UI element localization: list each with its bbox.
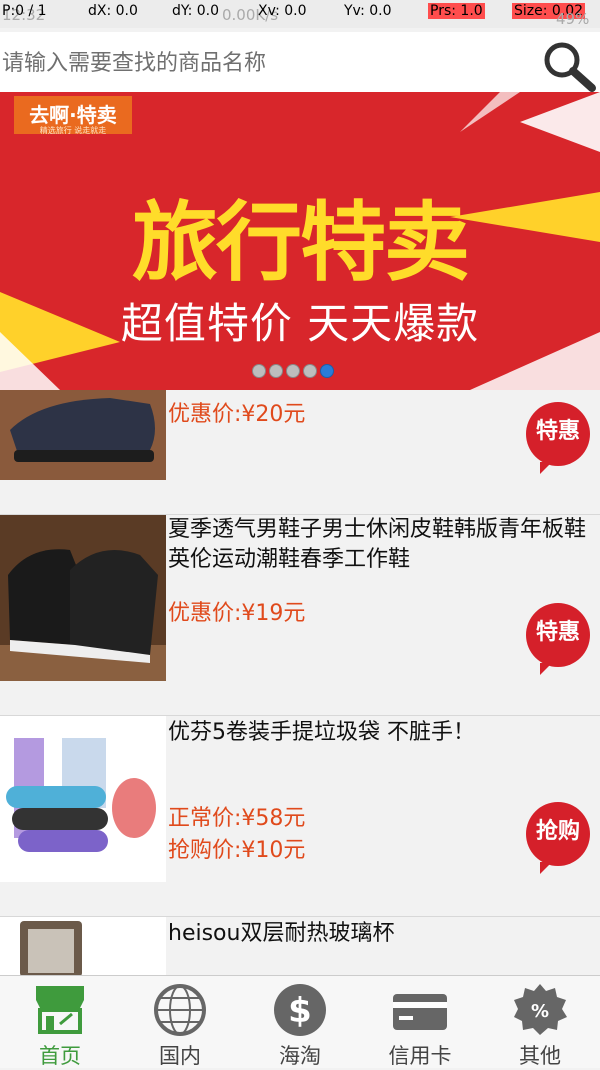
carousel-dot[interactable] [269, 364, 283, 378]
tab-home[interactable]: 首页 [0, 976, 120, 1068]
tab-overseas[interactable]: $ 海淘 [240, 976, 360, 1068]
dollar-icon: $ [274, 984, 326, 1036]
svg-text:%: % [531, 1001, 549, 1022]
credit-card-icon [393, 994, 447, 1030]
discount-price: 优惠价:¥20元 [168, 402, 306, 427]
product-name[interactable]: heisou双层耐热玻璃杯 [168, 919, 594, 949]
dx-readout: dX: 0.0 [88, 3, 138, 19]
search-icon[interactable] [540, 38, 598, 92]
carousel-dot[interactable] [286, 364, 300, 378]
percent-badge-icon: % [514, 984, 567, 1035]
regular-price: 正常价:¥58元 [168, 806, 306, 831]
search-input[interactable] [0, 44, 524, 82]
product-list[interactable]: 优惠价:¥20元 特惠 夏季透气男鞋子男士休闲皮鞋韩版青年板鞋英伦运动潮鞋春季工… [0, 390, 600, 975]
status-bar: 12:32 P:0 / 1 dX: 0.0 dY: 0.0 0.00K/s Xv… [0, 0, 600, 28]
promo-banner[interactable]: 去啊·特卖 精选旅行 说走就走 旅行特卖 超值特价 天天爆款 [0, 92, 600, 390]
search-bar [0, 32, 600, 93]
carousel-dot-active[interactable] [320, 364, 334, 378]
banner-subtitle: 超值特价 天天爆款 [120, 299, 480, 348]
list-item[interactable]: 夏季透气男鞋子男士休闲皮鞋韩版青年板鞋英伦运动潮鞋春季工作鞋 优惠价:¥19元 … [0, 515, 600, 716]
special-offer-badge[interactable]: 特惠 [526, 402, 590, 474]
product-image-leather-shoe [0, 515, 166, 681]
tab-label: 国内 [159, 1044, 201, 1068]
dy-readout: dY: 0.0 [172, 3, 220, 19]
pointer-count: P:0 / 1 [2, 3, 47, 19]
yv-readout: Yv: 0.0 [344, 3, 392, 19]
product-image-trash-bags [0, 716, 166, 882]
battery-level: 49% [556, 10, 590, 28]
banner-logo-text: 去啊·特卖 [29, 103, 117, 127]
tab-label: 信用卡 [388, 1044, 452, 1068]
banner-logo-subtext: 精选旅行 说走就走 [39, 126, 107, 135]
carousel-dot[interactable] [303, 364, 317, 378]
product-image-glass-cup [0, 917, 166, 975]
discount-price: 优惠价:¥19元 [168, 601, 306, 626]
tab-other[interactable]: % 其他 [480, 976, 600, 1068]
tab-label: 其他 [519, 1044, 561, 1068]
tab-label: 海淘 [279, 1044, 321, 1068]
banner-logo: 去啊·特卖 精选旅行 说走就走 [14, 96, 132, 135]
bottom-tab-bar: 首页 国内 $ 海淘 信用卡 % 其他 [0, 975, 600, 1068]
list-item[interactable]: 优芬5卷装手提垃圾袋 不脏手！ 正常价:¥58元 抢购价:¥10元 抢购 [0, 716, 600, 917]
special-offer-badge[interactable]: 特惠 [526, 603, 590, 675]
globe-icon [154, 984, 206, 1036]
product-name[interactable]: 优芬5卷装手提垃圾袋 不脏手！ [168, 718, 594, 748]
list-item[interactable]: heisou双层耐热玻璃杯 [0, 917, 600, 975]
carousel-dot[interactable] [252, 364, 266, 378]
pressure-readout: Prs: 1.0 [428, 3, 485, 19]
tab-domestic[interactable]: 国内 [120, 976, 240, 1068]
tab-credit-card[interactable]: 信用卡 [360, 976, 480, 1068]
svg-text:$: $ [288, 991, 312, 1031]
banner-title: 旅行特卖 [132, 193, 470, 293]
xv-readout: Xv: 0.0 [258, 3, 307, 19]
store-icon [36, 986, 84, 1034]
carousel-indicator [252, 364, 334, 380]
flash-sale-badge[interactable]: 抢购 [526, 802, 590, 874]
list-item[interactable]: 优惠价:¥20元 特惠 [0, 390, 600, 515]
tab-label: 首页 [39, 1044, 81, 1068]
flash-sale-price: 抢购价:¥10元 [168, 838, 306, 863]
product-name[interactable]: 夏季透气男鞋子男士休闲皮鞋韩版青年板鞋英伦运动潮鞋春季工作鞋 [168, 515, 594, 575]
product-image-canvas-shoe [0, 390, 166, 480]
